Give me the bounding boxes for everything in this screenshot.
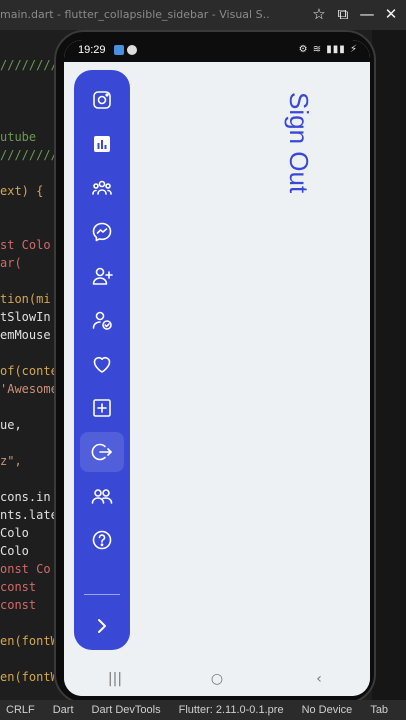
code-line: cons.in xyxy=(0,490,51,504)
code-line: Colo xyxy=(0,526,29,540)
editor-status-bar: CRLF Dart Dart DevTools Flutter: 2.11.0-0.1… xyxy=(0,700,406,720)
window-titlebar: main.dart - flutter_collapsible_sidebar … xyxy=(0,0,406,30)
status-item[interactable]: CRLF xyxy=(6,704,35,716)
code-line: utube xyxy=(0,130,37,144)
collapsible-sidebar xyxy=(74,70,130,650)
code-line: const xyxy=(0,598,37,612)
sidebar-item-add-user[interactable] xyxy=(80,256,124,296)
user-check-icon xyxy=(92,311,112,330)
sidebar-item-chart[interactable] xyxy=(80,124,124,164)
group-icon xyxy=(92,180,112,195)
code-line: //////////// xyxy=(0,148,62,162)
page-title: Sign Out xyxy=(284,92,314,194)
sidebar-divider xyxy=(84,594,120,595)
status-clock: 19:29 xyxy=(78,44,106,56)
window-title: main.dart - flutter_collapsible_sidebar … xyxy=(0,8,270,21)
phone-screen: 19:29 ⚙ ≋ ▮▮▮ ⚡ Sign Out ||| ○ ‹ xyxy=(64,40,370,696)
code-line: const xyxy=(0,580,37,594)
code-line: of(conte xyxy=(0,364,58,378)
code-line: tSlowIn xyxy=(0,310,51,324)
android-nav-bar: ||| ○ ‹ xyxy=(64,662,370,696)
code-line: emMouse xyxy=(0,328,51,342)
status-item[interactable]: Dart xyxy=(53,704,74,716)
sidebar-item-people[interactable] xyxy=(80,476,124,516)
heart-icon xyxy=(93,356,111,373)
code-line: nts.late xyxy=(0,508,58,522)
code-line: en(fontWe xyxy=(0,670,62,684)
sync-notification-icon xyxy=(127,45,137,55)
system-status-icons: ⚙ ≋ ▮▮▮ ⚡ xyxy=(298,44,358,55)
sidebar-item-add-box[interactable] xyxy=(80,388,124,428)
code-line: ue, xyxy=(0,418,22,432)
instagram-icon xyxy=(93,91,111,109)
home-button[interactable]: ○ xyxy=(197,667,237,691)
chart-icon xyxy=(94,136,110,152)
code-editor[interactable]: //////////// utube //////////// ext) { st Co… xyxy=(0,30,62,700)
app-notification-icon xyxy=(114,45,124,55)
code-line: 'Awesome xyxy=(0,382,58,396)
code-line: tion(mi xyxy=(0,292,51,306)
sign-out-icon xyxy=(91,443,112,461)
sidebar-item-heart[interactable] xyxy=(80,344,124,384)
add-user-icon xyxy=(92,267,113,285)
sidebar-item-messenger[interactable] xyxy=(80,212,124,252)
code-line: en(fontW xyxy=(0,634,58,648)
sidebar-item-group[interactable] xyxy=(80,168,124,208)
code-line: ar( xyxy=(0,256,22,270)
status-item[interactable]: No Device xyxy=(302,704,353,716)
sidebar-item-user-check[interactable] xyxy=(80,300,124,340)
window-controls: ☆ ⧉ — ✕ xyxy=(310,4,400,24)
app-content: Sign Out xyxy=(64,62,370,662)
code-line: Colo xyxy=(0,544,29,558)
page-title-container: Sign Out xyxy=(282,92,322,292)
editor-right-strip xyxy=(372,30,406,700)
add-box-icon xyxy=(93,399,111,417)
notification-icons xyxy=(114,45,137,55)
help-icon xyxy=(92,530,112,550)
sidebar-item-help[interactable] xyxy=(80,520,124,560)
code-line: //////////// xyxy=(0,58,62,72)
status-item[interactable]: Dart DevTools xyxy=(92,704,161,716)
recents-button[interactable]: ||| xyxy=(95,667,135,691)
people-icon xyxy=(91,489,113,504)
minimize-icon[interactable]: — xyxy=(358,4,376,24)
status-item[interactable]: Flutter: 2.11.0-0.1.pre xyxy=(179,704,284,716)
close-icon[interactable]: ✕ xyxy=(382,4,400,24)
restore-icon[interactable]: ⧉ xyxy=(334,4,352,24)
pin-icon[interactable]: ☆ xyxy=(310,4,328,24)
code-line: st Colo xyxy=(0,238,51,252)
code-line: onst Co xyxy=(0,562,51,576)
back-button[interactable]: ‹ xyxy=(299,667,339,691)
status-item[interactable]: Tab xyxy=(370,704,388,716)
code-line: z", xyxy=(0,454,22,468)
chevron-right-icon xyxy=(98,619,106,633)
messenger-icon xyxy=(92,222,112,242)
android-status-bar: 19:29 ⚙ ≋ ▮▮▮ ⚡ xyxy=(64,40,370,62)
sidebar-toggle-button[interactable] xyxy=(80,606,124,646)
phone-frame: 19:29 ⚙ ≋ ▮▮▮ ⚡ Sign Out ||| ○ ‹ xyxy=(54,30,376,704)
sidebar-item-sign-out[interactable] xyxy=(80,432,124,472)
code-line: ext) { xyxy=(0,184,44,198)
sidebar-item-instagram[interactable] xyxy=(80,80,124,120)
